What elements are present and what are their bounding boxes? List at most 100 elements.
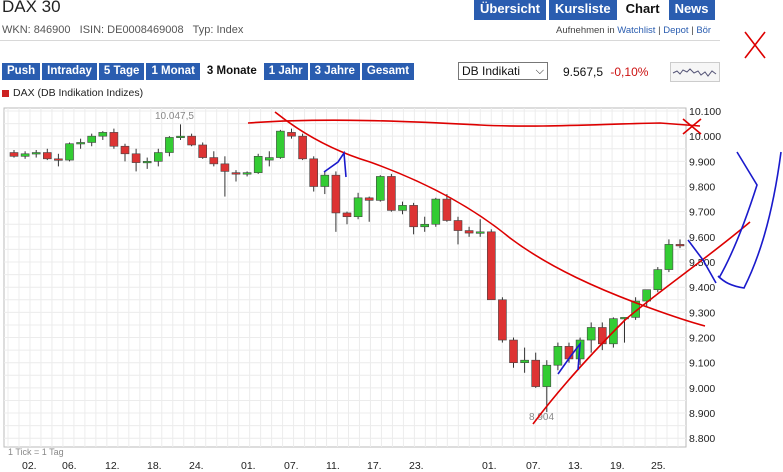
candle-body <box>464 230 474 234</box>
x-tick-label: 23. <box>409 460 424 472</box>
period-push[interactable]: Push <box>2 63 41 80</box>
last-price: 9.567,5 <box>563 65 604 79</box>
mini-chart-thumbnail[interactable] <box>670 62 720 82</box>
tab-price-list[interactable]: Kursliste <box>548 0 617 20</box>
instrument-meta: WKN: 846900 ISIN: DE0008469008 Typ: Inde… <box>2 24 243 36</box>
candle-body <box>31 152 41 155</box>
watchlist-link[interactable]: Watchlist <box>617 25 655 36</box>
period-3-months[interactable]: 3 Monate <box>201 63 262 80</box>
period-3-years[interactable]: 3 Jahre <box>309 63 360 80</box>
tab-overview[interactable]: Übersicht <box>474 0 546 20</box>
candle-body <box>165 137 174 153</box>
candle-body <box>42 152 52 160</box>
candle-body <box>553 346 563 366</box>
candle-body <box>475 231 485 234</box>
y-tick-label: 9.600 <box>689 232 715 244</box>
period-1-year[interactable]: 1 Jahr <box>263 63 308 80</box>
divider <box>0 40 720 41</box>
candle-body <box>242 172 252 175</box>
period-all[interactable]: Gesamt <box>361 63 415 80</box>
candle-body <box>520 359 529 364</box>
instrument-type: Typ: Index <box>192 24 244 36</box>
x-tick-label: 24. <box>189 460 204 472</box>
boerse-link[interactable]: Bör <box>696 25 711 36</box>
high-annotation: 10.047,5 <box>155 111 194 122</box>
y-tick-label: 9.000 <box>689 383 715 395</box>
candle-body <box>276 130 285 158</box>
y-tick-label: 9.200 <box>689 333 715 345</box>
candle-body <box>142 161 152 164</box>
sparkline-icon <box>672 68 717 77</box>
candle-body <box>298 135 307 160</box>
candle-body <box>586 327 596 341</box>
quote: 9.567,5 -0,10% <box>563 65 648 79</box>
legend-swatch <box>2 89 9 97</box>
candle-body <box>87 135 96 143</box>
x-tick-label: 11. <box>326 460 340 472</box>
legend-label: DAX (DB Indikation Indizes) <box>13 87 144 99</box>
period-intraday[interactable]: Intraday <box>42 63 97 80</box>
isin: ISIN: DE0008469008 <box>79 24 184 36</box>
y-tick-label: 9.400 <box>689 282 715 294</box>
candle-body <box>342 212 352 218</box>
y-tick-label: 9.700 <box>689 207 715 219</box>
period-1-month[interactable]: 1 Monat <box>146 63 200 80</box>
x-tick-label: 01. <box>482 460 497 472</box>
chart-legend: DAX (DB Indikation Indizes) <box>2 87 143 99</box>
y-tick-label: 8.900 <box>689 408 715 420</box>
candle-body <box>54 158 63 161</box>
candle-body <box>98 132 108 137</box>
candle-body <box>9 152 19 157</box>
candle-body <box>486 231 496 301</box>
candle-body <box>131 153 141 163</box>
candle-body <box>120 145 130 155</box>
x-tick-label: 02. <box>22 460 37 472</box>
candle-body <box>375 176 385 201</box>
candle-body <box>209 157 219 165</box>
candle-body <box>187 135 196 146</box>
period-5-days[interactable]: 5 Tage <box>98 63 145 80</box>
y-tick-label: 9.100 <box>689 358 715 370</box>
candle-body <box>531 359 541 387</box>
candle-body <box>20 153 30 157</box>
action-links: Aufnehmen in Watchlist | Depot | Bör <box>556 25 712 36</box>
depot-link[interactable]: Depot <box>663 25 688 36</box>
candle-body <box>65 143 74 161</box>
y-tick-label: 9.900 <box>689 156 715 168</box>
x-tick-label: 07. <box>284 460 299 472</box>
y-tick-label: 8.800 <box>689 433 715 445</box>
candle-body <box>675 244 685 247</box>
price-change: -0,10% <box>610 65 649 79</box>
candle-body <box>509 339 518 363</box>
candle-body <box>542 364 552 387</box>
candle-body <box>431 198 441 225</box>
x-tick-label: 25. <box>651 460 666 472</box>
candle-body <box>220 163 230 172</box>
tab-news[interactable]: News <box>668 0 715 20</box>
candle-body <box>398 205 407 211</box>
tick-footnote: 1 Tick = 1 Tag <box>8 447 64 457</box>
candle-body <box>309 158 319 187</box>
y-tick-label: 10.100 <box>689 106 721 118</box>
x-tick-label: 13. <box>568 460 583 472</box>
y-tick-label: 10.000 <box>689 131 721 143</box>
candle-body <box>420 223 430 228</box>
x-tick-label: 12. <box>105 460 120 472</box>
candle-body <box>664 244 674 270</box>
top-tabs: Übersicht Kursliste Chart News <box>474 0 715 20</box>
tab-chart[interactable]: Chart <box>619 0 666 20</box>
candle-body <box>176 135 185 138</box>
candle-body <box>76 142 85 145</box>
x-tick-label: 18. <box>147 460 162 472</box>
candle-body <box>154 152 163 162</box>
x-tick-label: 19. <box>610 460 625 472</box>
candle-body <box>198 144 207 158</box>
y-tick-label: 9.300 <box>689 307 715 319</box>
candle-body <box>253 156 263 173</box>
wkn: WKN: 846900 <box>2 24 71 36</box>
x-tick-label: 06. <box>62 460 77 472</box>
candle-body <box>453 220 463 231</box>
candle-body <box>442 198 452 221</box>
exchange-select[interactable]: DB Indikati ⌵ <box>458 62 548 80</box>
candle-body <box>264 157 274 161</box>
